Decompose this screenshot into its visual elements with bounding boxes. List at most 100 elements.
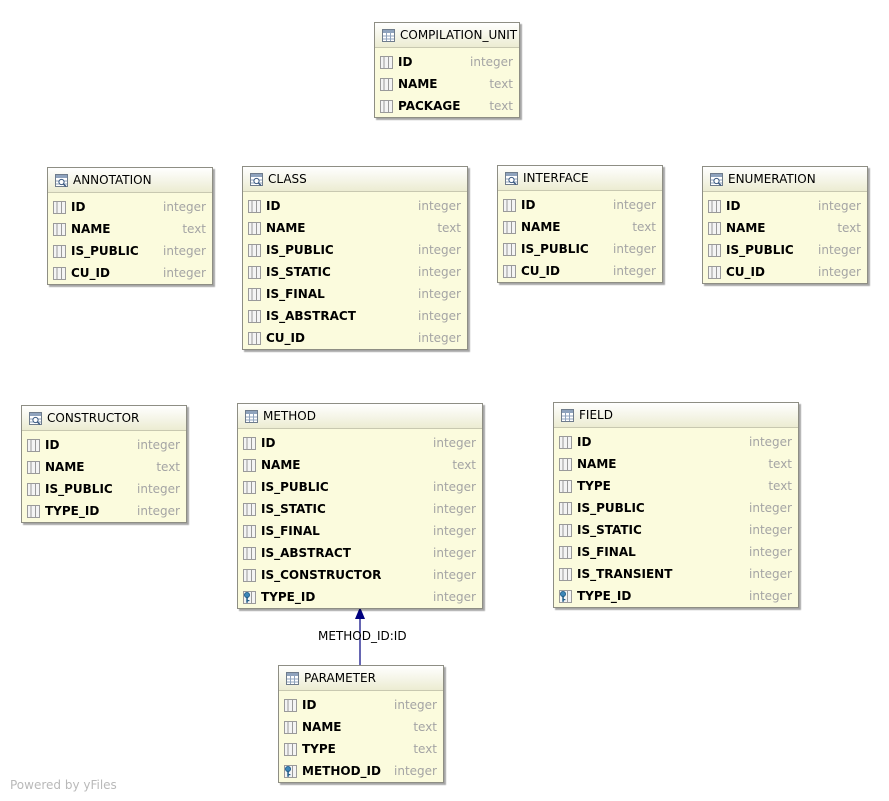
column-row[interactable]: IS_FINAL integer	[554, 541, 798, 563]
table-field[interactable]: FIELD ID integer NAME text TYPE text IS_PUBLIC i…	[553, 402, 799, 608]
column-row[interactable]: NAME text	[48, 218, 212, 240]
column-name: IS_STATIC	[266, 265, 331, 279]
column-row[interactable]: NAME text	[22, 456, 186, 478]
column-name: IS_PUBLIC	[726, 243, 794, 257]
column-row[interactable]: IS_PUBLIC integer	[243, 239, 467, 261]
column-row[interactable]: ID integer	[48, 196, 212, 218]
view-icon	[505, 171, 518, 185]
column-row[interactable]: IS_STATIC integer	[238, 498, 482, 520]
column-row[interactable]: CU_ID integer	[498, 260, 662, 282]
column-row[interactable]: IS_CONSTRUCTOR integer	[238, 564, 482, 586]
column-list: ID integer NAME text TYPE text METHOD_ID intege…	[279, 691, 443, 782]
column-row[interactable]: NAME text	[703, 217, 867, 239]
column-name: CU_ID	[266, 331, 305, 345]
column-icon	[243, 458, 256, 472]
table-header[interactable]: PARAMETER	[279, 666, 443, 691]
column-name: CU_ID	[521, 264, 560, 278]
table-title: CONSTRUCTOR	[47, 411, 140, 425]
table-class[interactable]: CLASS ID integer NAME text IS_PUBLIC integer IS…	[242, 166, 468, 350]
table-icon	[286, 671, 299, 685]
column-row[interactable]: CU_ID integer	[48, 262, 212, 284]
table-header[interactable]: INTERFACE	[498, 166, 662, 191]
column-row[interactable]: PACKAGE text	[375, 95, 519, 117]
column-row[interactable]: IS_ABSTRACT integer	[243, 305, 467, 327]
column-row[interactable]: IS_PUBLIC integer	[703, 239, 867, 261]
table-parameter[interactable]: PARAMETER ID integer NAME text TYPE text METHOD…	[278, 665, 444, 783]
table-header[interactable]: CONSTRUCTOR	[22, 406, 186, 431]
table-enumeration[interactable]: ENUMERATION ID integer NAME text IS_PUBLIC int…	[702, 166, 868, 284]
table-header[interactable]: ENUMERATION	[703, 167, 867, 192]
column-row[interactable]: ID integer	[238, 432, 482, 454]
column-name: ID	[302, 698, 317, 712]
column-row[interactable]: NAME text	[243, 217, 467, 239]
column-row[interactable]: IS_PUBLIC integer	[498, 238, 662, 260]
column-icon	[380, 99, 393, 113]
column-row[interactable]: CU_ID integer	[703, 261, 867, 283]
table-header[interactable]: COMPILATION_UNIT	[375, 23, 519, 48]
column-row[interactable]: IS_PUBLIC integer	[238, 476, 482, 498]
column-type: text	[632, 220, 656, 234]
column-row[interactable]: ID integer	[279, 694, 443, 716]
table-header[interactable]: CLASS	[243, 167, 467, 192]
column-row[interactable]: IS_FINAL integer	[238, 520, 482, 542]
column-row[interactable]: NAME text	[375, 73, 519, 95]
column-row[interactable]: IS_FINAL integer	[243, 283, 467, 305]
column-row[interactable]: ID integer	[498, 194, 662, 216]
column-row[interactable]: NAME text	[238, 454, 482, 476]
column-row[interactable]: IS_PUBLIC integer	[554, 497, 798, 519]
table-header[interactable]: FIELD	[554, 403, 798, 428]
column-type: integer	[163, 200, 206, 214]
column-icon	[380, 77, 393, 91]
column-icon	[53, 244, 66, 258]
column-row[interactable]: NAME text	[279, 716, 443, 738]
column-icon	[248, 243, 261, 257]
column-type: integer	[749, 501, 792, 515]
column-row[interactable]: IS_TRANSIENT integer	[554, 563, 798, 585]
column-row[interactable]: METHOD_ID integer	[279, 760, 443, 782]
column-icon	[248, 265, 261, 279]
column-row[interactable]: ID integer	[243, 195, 467, 217]
column-row[interactable]: ID integer	[703, 195, 867, 217]
key-column-icon	[559, 589, 572, 603]
column-row[interactable]: TYPE_ID integer	[238, 586, 482, 608]
column-row[interactable]: IS_PUBLIC integer	[22, 478, 186, 500]
table-annotation[interactable]: ANNOTATION ID integer NAME text IS_PUBLIC inte…	[47, 167, 213, 285]
column-icon	[243, 524, 256, 538]
table-header[interactable]: METHOD	[238, 404, 482, 429]
column-name: ID	[266, 199, 281, 213]
column-name: ID	[71, 200, 86, 214]
column-name: IS_ABSTRACT	[266, 309, 356, 323]
table-constructor[interactable]: CONSTRUCTOR ID integer NAME text IS_PUBLIC int…	[21, 405, 187, 523]
column-name: CU_ID	[726, 265, 765, 279]
column-row[interactable]: TYPE text	[554, 475, 798, 497]
column-row[interactable]: IS_STATIC integer	[243, 261, 467, 283]
column-row[interactable]: NAME text	[554, 453, 798, 475]
column-icon	[53, 222, 66, 236]
column-row[interactable]: ID integer	[554, 431, 798, 453]
table-method[interactable]: METHOD ID integer NAME text IS_PUBLIC integer I…	[237, 403, 483, 609]
column-row[interactable]: TYPE_ID integer	[554, 585, 798, 607]
table-compilation-unit[interactable]: COMPILATION_UNIT ID integer NAME text PACKAGE…	[374, 22, 520, 118]
column-row[interactable]: TYPE_ID integer	[22, 500, 186, 522]
column-icon	[284, 698, 297, 712]
column-row[interactable]: CU_ID integer	[243, 327, 467, 349]
relation-label: METHOD_ID:ID	[318, 629, 407, 643]
column-row[interactable]: ID integer	[22, 434, 186, 456]
column-row[interactable]: TYPE text	[279, 738, 443, 760]
column-name: IS_PUBLIC	[71, 244, 139, 258]
column-type: integer	[418, 265, 461, 279]
powered-by-label: Powered by yFiles	[10, 778, 117, 792]
table-interface[interactable]: INTERFACE ID integer NAME text IS_PUBLIC integ…	[497, 165, 663, 283]
column-row[interactable]: IS_ABSTRACT integer	[238, 542, 482, 564]
column-row[interactable]: ID integer	[375, 51, 519, 73]
column-name: TYPE	[302, 742, 336, 756]
column-row[interactable]: IS_PUBLIC integer	[48, 240, 212, 262]
column-name: CU_ID	[71, 266, 110, 280]
column-row[interactable]: NAME text	[498, 216, 662, 238]
column-list: ID integer NAME text PACKAGE text	[375, 48, 519, 117]
column-icon	[284, 742, 297, 756]
column-type: integer	[818, 243, 861, 257]
column-row[interactable]: IS_STATIC integer	[554, 519, 798, 541]
column-icon	[243, 568, 256, 582]
table-header[interactable]: ANNOTATION	[48, 168, 212, 193]
